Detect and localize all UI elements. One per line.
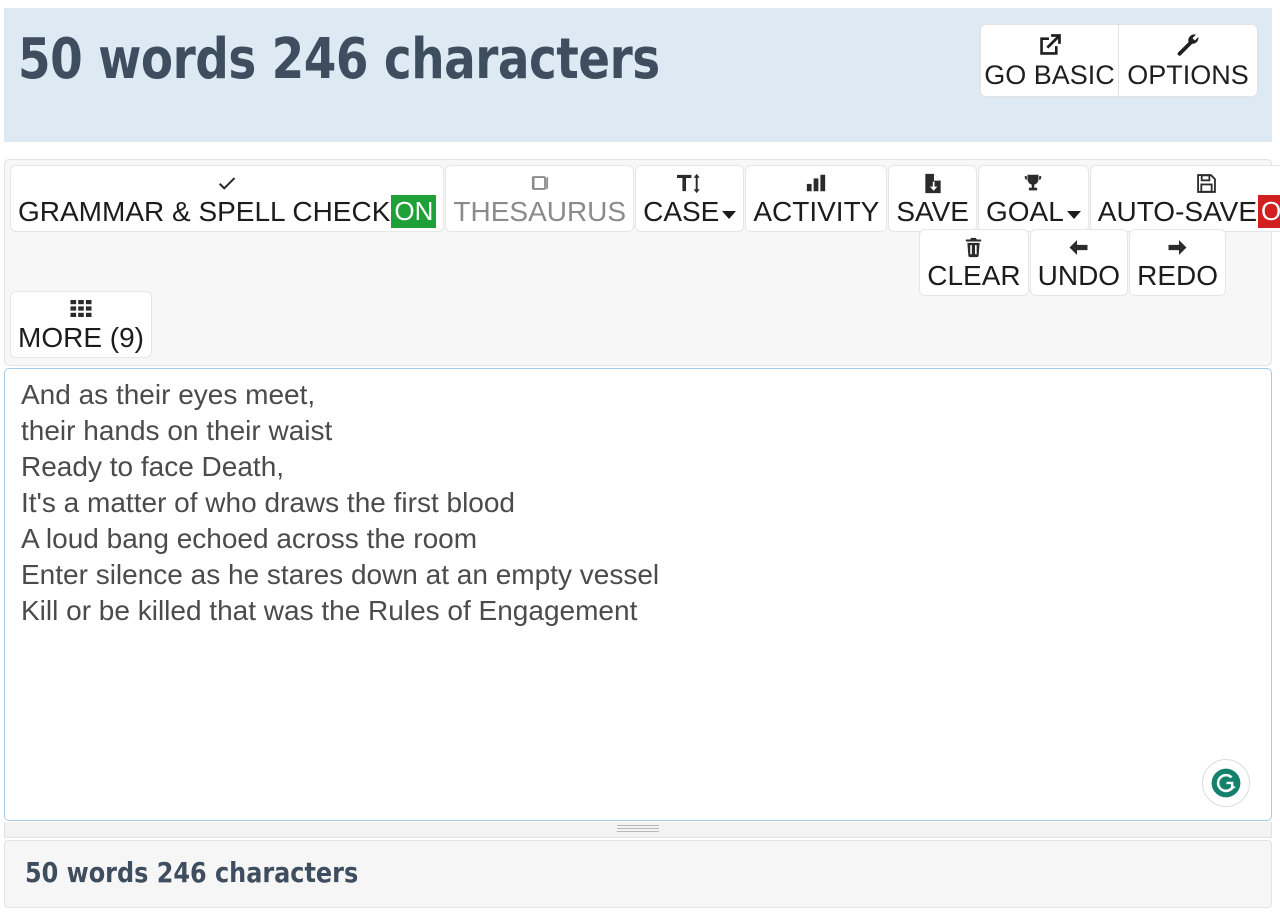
activity-label: ACTIVITY (753, 196, 880, 227)
wrench-icon (1175, 32, 1201, 58)
check-icon (215, 171, 239, 195)
bar-chart-icon (803, 171, 829, 195)
more-label: MORE (9) (18, 322, 144, 353)
undo-button[interactable]: UNDO (1029, 229, 1129, 296)
footer-bar: 50 words 246 characters (4, 840, 1272, 908)
editor-resize-strip (4, 822, 1272, 838)
text-height-icon (676, 171, 703, 195)
redo-button[interactable]: REDO (1129, 229, 1226, 296)
arrow-left-icon (1065, 235, 1092, 259)
text-editor-app: 50 words 246 characters GO BASIC OPTIONS… (0, 0, 1280, 921)
external-link-icon (1037, 32, 1063, 58)
redo-label: REDO (1137, 260, 1218, 291)
goal-button[interactable]: GOAL (977, 165, 1089, 232)
grammar-spell-check-label: GRAMMAR & SPELL CHECK (18, 196, 391, 227)
header-actions: GO BASIC OPTIONS (980, 24, 1258, 97)
editor-content[interactable]: And as their eyes meet, their hands on t… (21, 377, 1255, 629)
thesaurus-button[interactable]: THESAURUS (445, 165, 635, 232)
grammar-status-badge: ON (391, 195, 437, 228)
header-word-count: 50 words 246 characters (18, 27, 660, 92)
auto-save-label: AUTO-SAVE (1097, 196, 1258, 227)
save-label: SAVE (896, 196, 969, 227)
footer-word-count: 50 words 246 characters (25, 856, 359, 889)
file-download-icon (921, 171, 945, 195)
trophy-icon (1020, 171, 1046, 195)
grammarly-icon[interactable] (1202, 759, 1250, 807)
grid-icon (68, 297, 94, 321)
text-editor-area[interactable]: And as their eyes meet, their hands on t… (4, 368, 1272, 821)
case-label: CASE (643, 196, 720, 227)
floppy-disk-icon (1194, 171, 1219, 195)
thesaurus-label: THESAURUS (453, 196, 627, 227)
chevron-down-icon (1066, 210, 1081, 219)
auto-save-status-badge: OFF (1258, 195, 1280, 228)
goal-label: GOAL (985, 196, 1064, 227)
arrow-right-icon (1164, 235, 1191, 259)
save-button[interactable]: SAVE (888, 165, 977, 232)
header-bar: 50 words 246 characters GO BASIC OPTIONS (4, 8, 1272, 142)
case-button[interactable]: CASE (635, 165, 745, 232)
undo-label: UNDO (1037, 260, 1121, 291)
resize-handle[interactable] (617, 825, 659, 834)
options-label: OPTIONS (1127, 60, 1249, 90)
grammar-spell-check-button[interactable]: GRAMMAR & SPELL CHECK ON (10, 165, 445, 232)
go-basic-label: GO BASIC (984, 60, 1115, 90)
chevron-down-icon (722, 210, 737, 219)
more-button[interactable]: MORE (9) (10, 291, 152, 358)
toolbar-panel: GRAMMAR & SPELL CHECK ON THESAURUS CASE … (4, 159, 1280, 366)
options-button[interactable]: OPTIONS (1119, 24, 1258, 97)
auto-save-button[interactable]: AUTO-SAVE OFF (1089, 165, 1280, 232)
activity-button[interactable]: ACTIVITY (745, 165, 888, 232)
toolbar-row-edit: CLEAR UNDO REDO (919, 229, 1227, 296)
book-icon (528, 171, 552, 195)
clear-button[interactable]: CLEAR (919, 229, 1029, 296)
clear-label: CLEAR (927, 260, 1021, 291)
toolbar-row-more: MORE (9) (10, 291, 153, 358)
trash-icon (962, 235, 985, 259)
go-basic-button[interactable]: GO BASIC (980, 24, 1119, 97)
toolbar-row-primary: GRAMMAR & SPELL CHECK ON THESAURUS CASE … (10, 165, 1280, 232)
